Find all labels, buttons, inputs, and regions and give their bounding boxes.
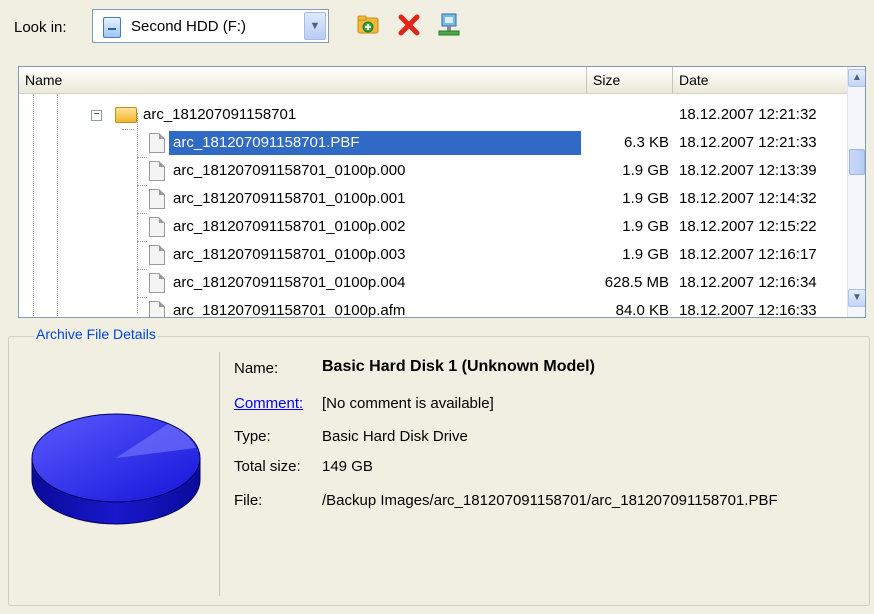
file-date: 18.12.2007 12:15:22 (679, 218, 817, 235)
file-label: File: (234, 492, 263, 509)
column-header-name[interactable]: Name (19, 67, 587, 93)
total-size-label: Total size: (234, 458, 301, 475)
scroll-up-icon[interactable]: ▲ (848, 69, 865, 87)
file-name: arc_181207091158701_0100p.afm (173, 302, 406, 318)
network-drive-icon[interactable] (436, 12, 462, 38)
file-name: arc_181207091158701_0100p.002 (173, 218, 406, 235)
file-date: 18.12.2007 12:16:17 (679, 246, 817, 263)
hard-drive-icon (103, 17, 121, 38)
file-date: 18.12.2007 12:21:32 (679, 106, 817, 123)
file-size: 1.9 GB (622, 218, 669, 235)
file-icon (149, 189, 165, 209)
name-value: Basic Hard Disk 1 (Unknown Model) (322, 358, 595, 375)
file-icon (149, 301, 165, 317)
collapse-icon[interactable]: − (91, 110, 102, 121)
drive-select[interactable]: Second HDD (F:) ▼ (92, 9, 329, 43)
total-size-value: 149 GB (322, 458, 373, 475)
type-label: Type: (234, 428, 271, 445)
details-divider (219, 352, 220, 596)
file-name: arc_181207091158701 (143, 106, 297, 123)
list-item[interactable]: arc_181207091158701_0100p.004 628.5 MB 1… (19, 269, 847, 297)
comment-value: [No comment is available] (322, 395, 494, 412)
list-item[interactable]: arc_181207091158701_0100p.000 1.9 GB 18.… (19, 157, 847, 185)
name-label: Name: (234, 360, 279, 377)
file-size: 1.9 GB (622, 246, 669, 263)
file-size: 6.3 KB (623, 134, 669, 151)
file-name: arc_181207091158701_0100p.004 (173, 274, 406, 291)
delete-icon[interactable] (396, 12, 422, 38)
list-item[interactable]: arc_181207091158701_0100p.003 1.9 GB 18.… (19, 241, 847, 269)
file-date: 18.12.2007 12:16:34 (679, 274, 817, 291)
file-date: 18.12.2007 12:13:39 (679, 162, 817, 179)
file-icon (149, 133, 165, 153)
file-date: 18.12.2007 12:21:33 (679, 134, 817, 151)
drive-select-value: Second HDD (F:) (131, 18, 247, 35)
file-icon (149, 217, 165, 237)
list-item[interactable]: arc_181207091158701_0100p.001 1.9 GB 18.… (19, 185, 847, 213)
file-path-value: /Backup Images/arc_181207091158701/arc_1… (322, 492, 778, 509)
vertical-scrollbar[interactable]: ▲ ▼ (847, 67, 865, 317)
file-date: 18.12.2007 12:14:32 (679, 190, 817, 207)
file-name: arc_181207091158701_0100p.003 (173, 246, 406, 263)
file-list-header: Name Size Date (19, 67, 847, 94)
type-value: Basic Hard Disk Drive (322, 428, 468, 445)
file-icon (149, 245, 165, 265)
file-size: 1.9 GB (622, 162, 669, 179)
file-list[interactable]: Name Size Date − arc_181207091158701 18.… (18, 66, 866, 318)
file-name: arc_181207091158701_0100p.001 (173, 190, 406, 207)
chevron-down-icon[interactable]: ▼ (304, 12, 326, 40)
scrollbar-thumb[interactable] (849, 149, 865, 175)
file-size: 84.0 KB (615, 302, 669, 318)
new-folder-icon[interactable] (356, 12, 382, 38)
file-icon (149, 273, 165, 293)
file-size (587, 101, 669, 129)
list-item[interactable]: − arc_181207091158701 18.12.2007 12:21:3… (19, 101, 847, 129)
file-name: arc_181207091158701.PBF (169, 131, 581, 155)
folder-icon (115, 107, 137, 123)
file-size: 1.9 GB (622, 190, 669, 207)
column-header-size[interactable]: Size (587, 67, 673, 93)
hard-disk-icon (31, 413, 201, 525)
column-header-date[interactable]: Date (673, 67, 847, 93)
file-icon (149, 161, 165, 181)
list-item[interactable]: arc_181207091158701_0100p.afm 84.0 KB 18… (19, 297, 847, 318)
file-name: arc_181207091158701_0100p.000 (173, 162, 406, 179)
file-size: 628.5 MB (604, 274, 669, 291)
comment-link[interactable]: Comment: (234, 395, 303, 412)
scroll-down-icon[interactable]: ▼ (848, 289, 865, 307)
list-item[interactable]: arc_181207091158701_0100p.002 1.9 GB 18.… (19, 213, 847, 241)
archive-details-title: Archive File Details (34, 326, 158, 342)
look-in-label: Look in: (14, 19, 67, 36)
list-item-selected[interactable]: arc_181207091158701.PBF 6.3 KB 18.12.200… (19, 129, 847, 157)
file-date: 18.12.2007 12:16:33 (679, 302, 817, 318)
